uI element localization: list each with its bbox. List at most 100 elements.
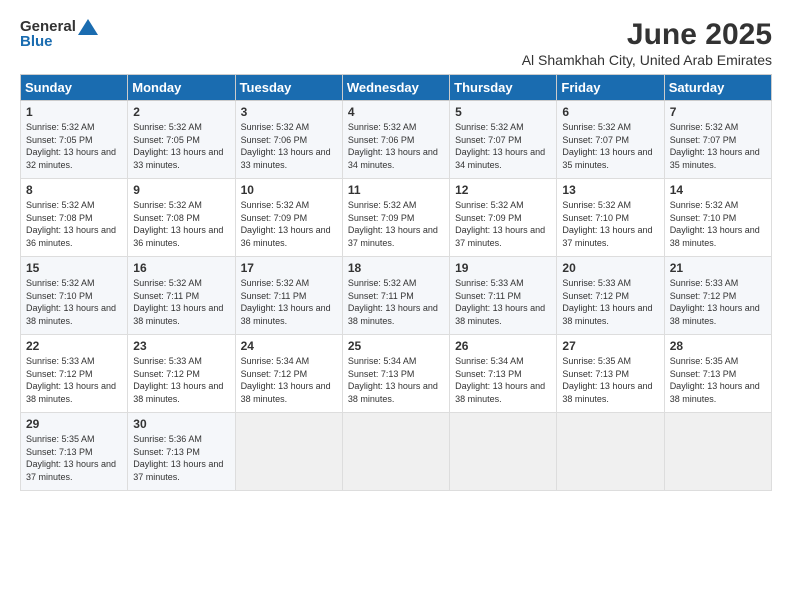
day-info: Sunrise: 5:32 AMSunset: 7:10 PMDaylight:… [562, 200, 652, 248]
calendar-day-header: Thursday [450, 75, 557, 101]
day-number: 11 [348, 183, 444, 197]
day-number: 30 [133, 417, 229, 431]
day-number: 5 [455, 105, 551, 119]
calendar-day-cell: 10 Sunrise: 5:32 AMSunset: 7:09 PMDayligh… [235, 179, 342, 257]
day-number: 13 [562, 183, 658, 197]
day-number: 24 [241, 339, 337, 353]
main-title: June 2025 [522, 18, 772, 52]
day-info: Sunrise: 5:32 AMSunset: 7:08 PMDaylight:… [26, 200, 116, 248]
calendar-day-cell: 25 Sunrise: 5:34 AMSunset: 7:13 PMDayligh… [342, 335, 449, 413]
calendar-week-row: 29 Sunrise: 5:35 AMSunset: 7:13 PMDayligh… [21, 413, 772, 491]
header: General Blue June 2025 Al Shamkhah City,… [20, 18, 772, 68]
day-number: 8 [26, 183, 122, 197]
day-number: 22 [26, 339, 122, 353]
day-number: 18 [348, 261, 444, 275]
day-info: Sunrise: 5:34 AMSunset: 7:13 PMDaylight:… [348, 356, 438, 404]
day-info: Sunrise: 5:34 AMSunset: 7:13 PMDaylight:… [455, 356, 545, 404]
day-number: 29 [26, 417, 122, 431]
calendar-week-row: 8 Sunrise: 5:32 AMSunset: 7:08 PMDaylight… [21, 179, 772, 257]
calendar-day-header: Tuesday [235, 75, 342, 101]
calendar-day-header: Friday [557, 75, 664, 101]
calendar-day-cell: 1 Sunrise: 5:32 AMSunset: 7:05 PMDaylight… [21, 101, 128, 179]
calendar-header: SundayMondayTuesdayWednesdayThursdayFrid… [21, 75, 772, 101]
day-info: Sunrise: 5:32 AMSunset: 7:08 PMDaylight:… [133, 200, 223, 248]
calendar-day-cell: 5 Sunrise: 5:32 AMSunset: 7:07 PMDaylight… [450, 101, 557, 179]
day-info: Sunrise: 5:32 AMSunset: 7:11 PMDaylight:… [348, 278, 438, 326]
calendar-day-cell: 4Sunrise: 5:32 AMSunset: 7:06 PMDaylight… [342, 101, 449, 179]
calendar-day-cell: 22 Sunrise: 5:33 AMSunset: 7:12 PMDayligh… [21, 335, 128, 413]
day-info: Sunrise: 5:32 AMSunset: 7:10 PMDaylight:… [670, 200, 760, 248]
day-number: 21 [670, 261, 766, 275]
day-number: 23 [133, 339, 229, 353]
day-info: Sunrise: 5:32 AMSunset: 7:07 PMDaylight:… [455, 122, 545, 170]
day-info: Sunrise: 5:35 AMSunset: 7:13 PMDaylight:… [670, 356, 760, 404]
logo-blue-text: Blue [20, 33, 53, 50]
day-number: 10 [241, 183, 337, 197]
calendar-table: SundayMondayTuesdayWednesdayThursdayFrid… [20, 74, 772, 491]
day-number: 15 [26, 261, 122, 275]
calendar-day-cell: 3 Sunrise: 5:32 AMSunset: 7:06 PMDaylight… [235, 101, 342, 179]
day-number: 12 [455, 183, 551, 197]
calendar-day-cell [557, 413, 664, 491]
calendar-day-cell: 26 Sunrise: 5:34 AMSunset: 7:13 PMDayligh… [450, 335, 557, 413]
day-number: 19 [455, 261, 551, 275]
calendar-day-cell: 29 Sunrise: 5:35 AMSunset: 7:13 PMDayligh… [21, 413, 128, 491]
calendar-day-cell: 30 Sunrise: 5:36 AMSunset: 7:13 PMDayligh… [128, 413, 235, 491]
calendar-day-header: Sunday [21, 75, 128, 101]
day-number: 14 [670, 183, 766, 197]
day-number: 16 [133, 261, 229, 275]
calendar-day-header: Monday [128, 75, 235, 101]
day-info: Sunrise: 5:32 AMSunset: 7:11 PMDaylight:… [133, 278, 223, 326]
day-info: Sunrise: 5:35 AMSunset: 7:13 PMDaylight:… [562, 356, 652, 404]
calendar-day-cell [235, 413, 342, 491]
day-info: Sunrise: 5:32 AMSunset: 7:05 PMDaylight:… [26, 122, 116, 170]
calendar-day-cell: 7 Sunrise: 5:32 AMSunset: 7:07 PMDaylight… [664, 101, 771, 179]
calendar-day-cell: 9Sunrise: 5:32 AMSunset: 7:08 PMDaylight… [128, 179, 235, 257]
calendar-day-cell: 19 Sunrise: 5:33 AMSunset: 7:11 PMDayligh… [450, 257, 557, 335]
calendar-day-cell: 6 Sunrise: 5:32 AMSunset: 7:07 PMDaylight… [557, 101, 664, 179]
day-info: Sunrise: 5:35 AMSunset: 7:13 PMDaylight:… [26, 434, 116, 482]
calendar-day-cell: 23 Sunrise: 5:33 AMSunset: 7:12 PMDayligh… [128, 335, 235, 413]
day-number: 2 [133, 105, 229, 119]
calendar-day-cell: 24Sunrise: 5:34 AMSunset: 7:12 PMDayligh… [235, 335, 342, 413]
calendar-day-cell: 2 Sunrise: 5:32 AMSunset: 7:05 PMDaylight… [128, 101, 235, 179]
calendar-day-cell: 12 Sunrise: 5:32 AMSunset: 7:09 PMDayligh… [450, 179, 557, 257]
day-info: Sunrise: 5:32 AMSunset: 7:05 PMDaylight:… [133, 122, 223, 170]
day-info: Sunrise: 5:33 AMSunset: 7:12 PMDaylight:… [26, 356, 116, 404]
calendar-day-cell: 11Sunrise: 5:32 AMSunset: 7:09 PMDayligh… [342, 179, 449, 257]
day-info: Sunrise: 5:32 AMSunset: 7:06 PMDaylight:… [241, 122, 331, 170]
calendar-day-cell: 18 Sunrise: 5:32 AMSunset: 7:11 PMDayligh… [342, 257, 449, 335]
day-info: Sunrise: 5:32 AMSunset: 7:09 PMDaylight:… [241, 200, 331, 248]
calendar-day-cell: 13 Sunrise: 5:32 AMSunset: 7:10 PMDayligh… [557, 179, 664, 257]
calendar-day-header: Wednesday [342, 75, 449, 101]
day-number: 3 [241, 105, 337, 119]
calendar-day-cell: 16 Sunrise: 5:32 AMSunset: 7:11 PMDayligh… [128, 257, 235, 335]
logo-icon [78, 19, 98, 35]
day-number: 1 [26, 105, 122, 119]
page: General Blue June 2025 Al Shamkhah City,… [0, 0, 792, 612]
day-info: Sunrise: 5:33 AMSunset: 7:12 PMDaylight:… [562, 278, 652, 326]
day-info: Sunrise: 5:32 AMSunset: 7:06 PMDaylight:… [348, 122, 438, 170]
day-number: 28 [670, 339, 766, 353]
calendar-day-cell: 27Sunrise: 5:35 AMSunset: 7:13 PMDayligh… [557, 335, 664, 413]
calendar-week-row: 1 Sunrise: 5:32 AMSunset: 7:05 PMDaylight… [21, 101, 772, 179]
day-info: Sunrise: 5:32 AMSunset: 7:07 PMDaylight:… [670, 122, 760, 170]
subtitle: Al Shamkhah City, United Arab Emirates [522, 52, 772, 68]
day-info: Sunrise: 5:36 AMSunset: 7:13 PMDaylight:… [133, 434, 223, 482]
day-info: Sunrise: 5:32 AMSunset: 7:07 PMDaylight:… [562, 122, 652, 170]
day-info: Sunrise: 5:33 AMSunset: 7:11 PMDaylight:… [455, 278, 545, 326]
day-info: Sunrise: 5:32 AMSunset: 7:10 PMDaylight:… [26, 278, 116, 326]
day-number: 7 [670, 105, 766, 119]
day-info: Sunrise: 5:33 AMSunset: 7:12 PMDaylight:… [133, 356, 223, 404]
calendar-week-row: 22 Sunrise: 5:33 AMSunset: 7:12 PMDayligh… [21, 335, 772, 413]
day-info: Sunrise: 5:32 AMSunset: 7:11 PMDaylight:… [241, 278, 331, 326]
calendar-day-header: Saturday [664, 75, 771, 101]
day-number: 25 [348, 339, 444, 353]
day-number: 6 [562, 105, 658, 119]
calendar-day-cell [342, 413, 449, 491]
day-number: 26 [455, 339, 551, 353]
calendar-day-cell [450, 413, 557, 491]
calendar-day-cell [664, 413, 771, 491]
day-info: Sunrise: 5:32 AMSunset: 7:09 PMDaylight:… [455, 200, 545, 248]
logo: General Blue [20, 18, 98, 50]
